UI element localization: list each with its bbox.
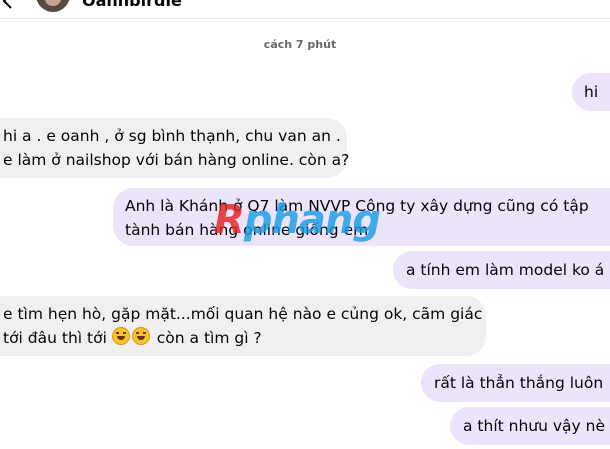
- watermark-logo: Rphang: [214, 197, 381, 243]
- message-text: a tính em làm model ko á: [406, 261, 605, 279]
- message-text: a thít nhưu vậy nè: [463, 417, 605, 435]
- message-bubble-outgoing[interactable]: rất là thẳn thắng luôn: [421, 364, 610, 402]
- message-text: còn a tìm gì ?: [156, 329, 262, 347]
- laughing-face-emoji: [131, 327, 150, 345]
- message-bubble-outgoing[interactable]: a thít nhưu vậy nè: [450, 407, 610, 445]
- message-timestamp: cách 7 phút: [263, 38, 337, 51]
- message-text: hi a . e oanh , ở sg bình thạnh, chu van…: [3, 127, 341, 145]
- chevron-left-icon[interactable]: [0, 0, 16, 12]
- laughing-face-emoji: [111, 327, 130, 345]
- message-text: tới đâu thì tới: [3, 329, 107, 347]
- message-text: hi: [584, 83, 599, 101]
- message-bubble-incoming[interactable]: e tìm hẹn hò, gặp mặt...mối quan hệ nào …: [0, 296, 486, 356]
- message-bubble-outgoing[interactable]: hi: [572, 73, 610, 111]
- message-text: e tìm hẹn hò, gặp mặt...mối quan hệ nào …: [3, 305, 483, 323]
- message-text: rất là thẳn thắng luôn: [434, 374, 604, 392]
- avatar[interactable]: [36, 0, 70, 12]
- message-line: tới đâu thì tới còn a tìm gì ?: [3, 326, 486, 350]
- message-bubble-outgoing[interactable]: a tính em làm model ko á: [393, 251, 610, 289]
- contact-name[interactable]: Oanhbirdie: [82, 0, 182, 11]
- chat-header: Oanhbirdie: [0, 0, 610, 19]
- message-text: e làm ở nailshop với bán hàng online. cò…: [3, 151, 350, 169]
- message-bubble-incoming[interactable]: hi a . e oanh , ở sg bình thạnh, chu van…: [0, 118, 350, 178]
